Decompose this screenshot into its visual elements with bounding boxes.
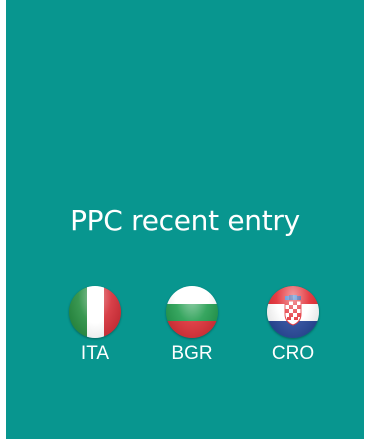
country-code-label: BGR [171,343,213,364]
italy-flag-icon [69,286,121,338]
country-code-label: ITA [80,343,110,364]
country-item-bgr[interactable]: BGR [156,286,228,365]
croatia-flag-icon [267,286,319,338]
panel-title: PPC recent entry [70,204,300,237]
country-code-label: CRO [271,343,315,364]
country-item-ita[interactable]: ITA [59,286,131,365]
country-item-cro[interactable]: CRO [257,286,329,365]
recent-entry-panel: PPC recent entry ITA BGR CRO [6,0,364,439]
bulgaria-flag-icon [166,286,218,338]
